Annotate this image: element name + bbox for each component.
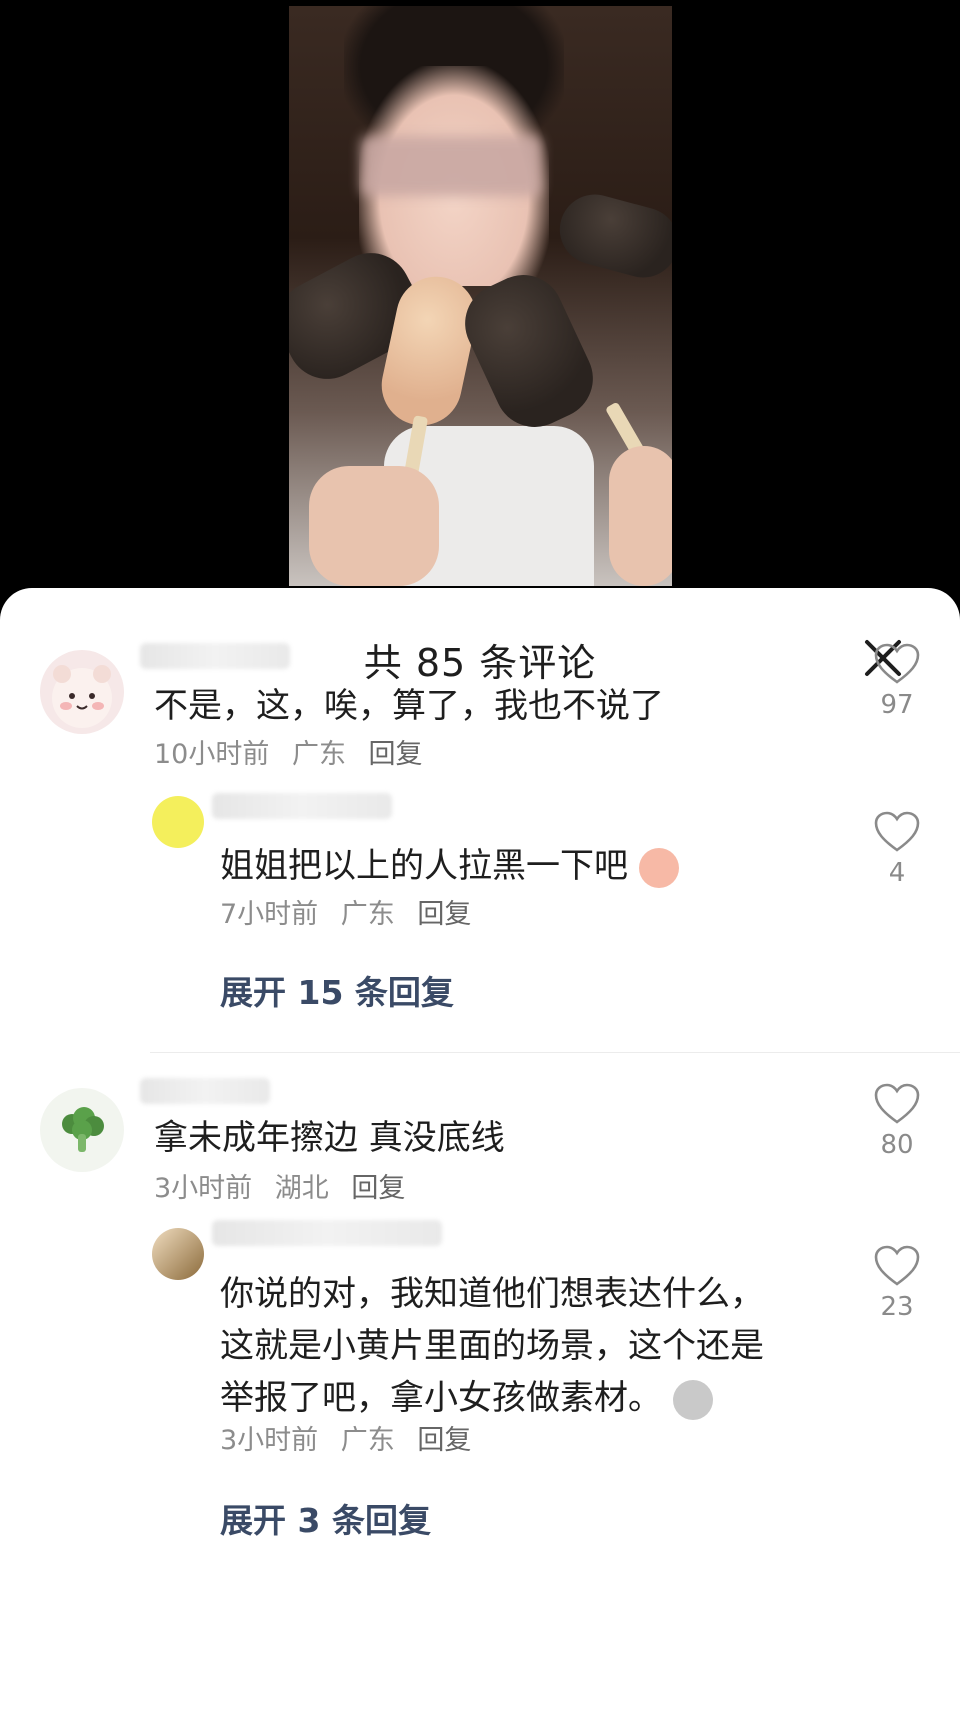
video-area[interactable] (0, 0, 960, 600)
expand-replies-button[interactable]: 展开 15 条回复 (220, 966, 454, 1014)
reply-button[interactable]: 回复 (417, 899, 471, 930)
reply-button[interactable]: 回复 (351, 1173, 405, 1204)
username-blurred (140, 1078, 270, 1104)
reply-button[interactable]: 回复 (417, 1425, 471, 1456)
broccoli-avatar-icon[interactable] (40, 1088, 124, 1172)
reply-location: 广东 (340, 1425, 395, 1456)
comment-meta: 3小时前 湖北 回复 (154, 1166, 419, 1205)
bear-avatar-icon[interactable] (40, 650, 124, 734)
heart-icon (874, 1083, 920, 1124)
reply-meta: 7小时前 广东 回复 (220, 892, 485, 931)
comment-text: 不是，这，唉，算了，我也不说了 (154, 686, 664, 726)
comment-location: 湖北 (274, 1173, 329, 1204)
reply-button[interactable]: 回复 (369, 739, 423, 770)
reply-text-line: 举报了吧，拿小女孩做素材。 (220, 1378, 662, 1418)
like-button[interactable]: 23 (862, 1244, 932, 1322)
peach-emoji-icon (638, 847, 679, 888)
like-button[interactable]: 4 (862, 810, 932, 888)
comment-time: 10小时前 (154, 739, 270, 770)
heart-icon (874, 1245, 920, 1286)
popsicle-dark-right (551, 186, 672, 286)
username-blurred (212, 1220, 442, 1246)
username-blurred (212, 793, 392, 819)
reply-time: 7小时前 (220, 899, 319, 930)
like-button[interactable]: 97 (862, 642, 932, 720)
heart-icon (874, 643, 920, 684)
comment-time: 3小时前 (154, 1173, 253, 1204)
blur-mask (361, 136, 541, 196)
comment-meta: 10小时前 广东 回复 (154, 732, 437, 771)
video-thumbnail[interactable] (289, 6, 672, 586)
comment-text: 拿未成年擦边 真没底线 (154, 1118, 505, 1158)
reply-time: 3小时前 (220, 1425, 319, 1456)
comment-location: 广东 (291, 739, 346, 770)
like-count: 23 (880, 1292, 914, 1322)
hand-left (309, 466, 439, 586)
reply-text: 你说的对，我知道他们想表达什么， 这就是小黄片里面的场景，这个还是 举报了吧，拿… (220, 1268, 764, 1424)
reply-text: 姐姐把以上的人拉黑一下吧 (220, 840, 679, 892)
reply-location: 广东 (340, 899, 395, 930)
reply-text-line: 你说的对，我知道他们想表达什么， (220, 1274, 764, 1314)
yellow-dot-avatar[interactable] (152, 796, 204, 848)
like-button[interactable]: 80 (862, 1082, 932, 1160)
username-blurred (140, 643, 290, 669)
like-count: 4 (888, 858, 906, 888)
like-count: 80 (880, 1130, 914, 1160)
sad-emoji-icon (672, 1379, 713, 1420)
anime-avatar-icon[interactable] (152, 1228, 204, 1280)
heart-icon (874, 811, 920, 852)
hand-right (609, 446, 672, 586)
like-count: 97 (880, 690, 914, 720)
divider (150, 1052, 960, 1053)
comment-sheet: 共 85 条评论 不是，这，唉，算了，我也不说了 10小时前 广东 回复 97 (0, 588, 960, 1724)
reply-meta: 3小时前 广东 回复 (220, 1418, 485, 1457)
expand-replies-button[interactable]: 展开 3 条回复 (220, 1494, 431, 1542)
reply-text-content: 姐姐把以上的人拉黑一下吧 (220, 846, 628, 886)
popsicle-dark-center (451, 261, 607, 441)
reply-text-line: 这就是小黄片里面的场景，这个还是 (220, 1326, 764, 1366)
